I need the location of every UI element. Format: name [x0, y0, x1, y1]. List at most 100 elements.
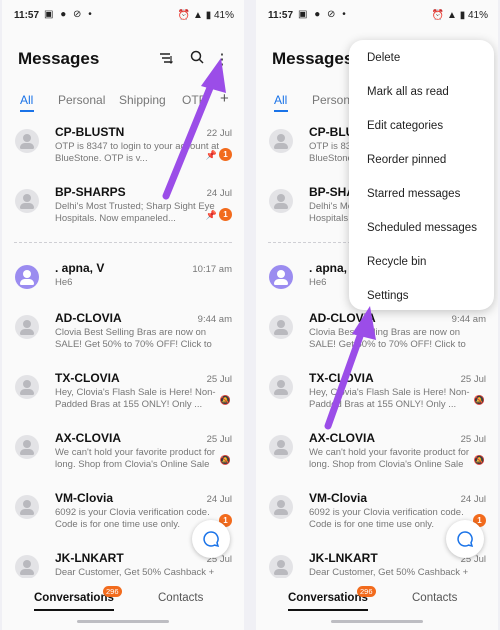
- mute-icon: 🔕: [473, 455, 485, 465]
- message-preview: We can't hold your favorite product for …: [309, 447, 470, 470]
- avatar: [269, 315, 293, 339]
- sender-name: TX-CLOVIA: [309, 371, 374, 385]
- sender-name: AD-CLOVIA: [55, 311, 122, 325]
- message-time: 10:17 am: [192, 264, 232, 275]
- tab-all[interactable]: All: [20, 93, 33, 107]
- tab-conversations[interactable]: Conversations: [34, 592, 114, 611]
- menu-item-delete[interactable]: Delete: [367, 52, 400, 64]
- menu-item-starred-messages[interactable]: Starred messages: [367, 188, 460, 200]
- message-preview: Clovia Best Selling Bras are now on SALE…: [55, 327, 212, 350]
- avatar: [269, 555, 293, 579]
- unread-badge: 1: [219, 208, 232, 221]
- compose-button[interactable]: [192, 520, 230, 558]
- page-title: Messages: [18, 49, 100, 68]
- new-message-icon: [203, 531, 220, 548]
- search-icon[interactable]: [187, 50, 207, 70]
- message-time: 24 Jul: [460, 494, 486, 505]
- tab-conversations[interactable]: Conversations: [288, 592, 368, 611]
- status-time: 11:57: [268, 10, 294, 21]
- mute-icon: 🔕: [219, 455, 231, 465]
- right-screenshot: 11:57 ▣ ● ⊘ • ⏰ ▲ ▮ 41% Messages All Per…: [256, 0, 498, 630]
- message-time: 22 Jul: [206, 128, 232, 139]
- avatar: [15, 435, 39, 459]
- avatar: [269, 189, 293, 213]
- sender-name: . apna, V: [55, 261, 105, 275]
- message-preview: OTP is 8347 to login to your account at …: [55, 141, 220, 164]
- add-category-icon[interactable]: +: [220, 90, 229, 107]
- avatar: [269, 495, 293, 519]
- tab-personal[interactable]: Personal: [58, 93, 105, 107]
- conversation-item[interactable]: TX-CLOVIA Hey, Clovia's Flash Sale is He…: [256, 366, 498, 424]
- message-preview: He6: [55, 277, 73, 288]
- message-preview: Hey, Clovia's Flash Sale is Here! Non-Pa…: [309, 387, 470, 410]
- avatar: [269, 375, 293, 399]
- tab-otp[interactable]: OTP: [182, 93, 207, 107]
- more-options-icon[interactable]: ⋮: [212, 50, 232, 70]
- conversation-item[interactable]: AX-CLOVIA We can't hold your favorite pr…: [256, 426, 498, 484]
- message-time: 25 Jul: [460, 434, 486, 445]
- message-preview: Hey, Clovia's Flash Sale is Here! Non-Pa…: [55, 387, 216, 410]
- pin-icon: 📌: [205, 210, 217, 220]
- avatar: [15, 315, 39, 339]
- sender-name: VM-Clovia: [55, 491, 114, 505]
- status-time: 11:57: [14, 10, 40, 21]
- new-message-icon: [457, 531, 474, 548]
- signal-icon: ⏰ ▲ ▮: [431, 10, 468, 21]
- sender-name: JK-LNKART: [309, 551, 378, 565]
- sender-name: JK-LNKART: [55, 551, 124, 565]
- avatar: [269, 129, 293, 153]
- left-screenshot: 11:57 ▣ ● ⊘ • ⏰ ▲ ▮ 41% Messages ⋮ All P…: [2, 0, 244, 630]
- message-time: 25 Jul: [206, 434, 232, 445]
- conversation-item[interactable]: TX-CLOVIA Hey, Clovia's Flash Sale is He…: [2, 366, 244, 424]
- message-time: 24 Jul: [206, 188, 232, 199]
- menu-item-scheduled-messages[interactable]: Scheduled messages: [367, 222, 477, 234]
- avatar: [269, 265, 293, 289]
- compose-button[interactable]: [446, 520, 484, 558]
- menu-item-mark-all-read[interactable]: Mark all as read: [367, 86, 449, 98]
- avatar: [15, 189, 39, 213]
- menu-item-edit-categories[interactable]: Edit categories: [367, 120, 443, 132]
- mute-icon: 🔕: [219, 395, 231, 405]
- message-time: 25 Jul: [206, 374, 232, 385]
- avatar: [15, 129, 39, 153]
- conversation-item[interactable]: BP-SHARPS Delhi's Most Trusted; Sharp Si…: [2, 180, 244, 238]
- conversation-item[interactable]: AD-CLOVIA Clovia Best Selling Bras are n…: [256, 306, 498, 364]
- message-time: 24 Jul: [206, 494, 232, 505]
- battery-text: 41%: [467, 10, 488, 21]
- conversations-count-badge: 296: [357, 586, 376, 597]
- tab-contacts[interactable]: Contacts: [412, 592, 457, 604]
- pin-icon: 📌: [205, 150, 217, 160]
- message-preview: Delhi's Most Trusted; Sharp Sight Eye Ho…: [55, 201, 215, 224]
- overflow-menu: Delete Mark all as read Edit categories …: [349, 40, 494, 310]
- menu-item-recycle-bin[interactable]: Recycle bin: [367, 256, 426, 268]
- pinned-divider: [14, 242, 232, 243]
- avatar: [269, 435, 293, 459]
- conversation-item[interactable]: CP-BLUSTN OTP is 8347 to login to your a…: [2, 120, 244, 178]
- tab-shipping[interactable]: Shipping: [119, 93, 166, 107]
- battery-text: 41%: [213, 10, 234, 21]
- message-time: 9:44 am: [197, 314, 232, 325]
- sender-name: BP-SHARPS: [55, 185, 126, 199]
- sender-name: VM-Clovia: [309, 491, 368, 505]
- notification-icons: ▣ ● ⊘ •: [298, 9, 348, 20]
- home-indicator: [77, 620, 169, 623]
- tab-contacts[interactable]: Contacts: [158, 592, 203, 604]
- tab-all[interactable]: All: [274, 93, 287, 107]
- home-indicator: [331, 620, 423, 623]
- conversations-count-badge: 296: [103, 586, 122, 597]
- conversation-item[interactable]: AX-CLOVIA We can't hold your favorite pr…: [2, 426, 244, 484]
- filter-icon[interactable]: [156, 50, 176, 70]
- avatar: [15, 495, 39, 519]
- mute-icon: 🔕: [473, 395, 485, 405]
- sender-name: TX-CLOVIA: [55, 371, 120, 385]
- sender-name: AD-CLOVIA: [309, 311, 376, 325]
- signal-icon: ⏰ ▲ ▮: [177, 10, 214, 21]
- menu-item-reorder-pinned[interactable]: Reorder pinned: [367, 154, 446, 166]
- unread-badge: 1: [219, 148, 232, 161]
- sender-name: CP-BLUSTN: [55, 125, 125, 139]
- avatar: [15, 555, 39, 579]
- message-time: 9:44 am: [451, 314, 486, 325]
- message-preview: Clovia Best Selling Bras are now on SALE…: [309, 327, 466, 350]
- conversation-item[interactable]: AD-CLOVIA Clovia Best Selling Bras are n…: [2, 306, 244, 364]
- menu-item-settings[interactable]: Settings: [367, 290, 409, 302]
